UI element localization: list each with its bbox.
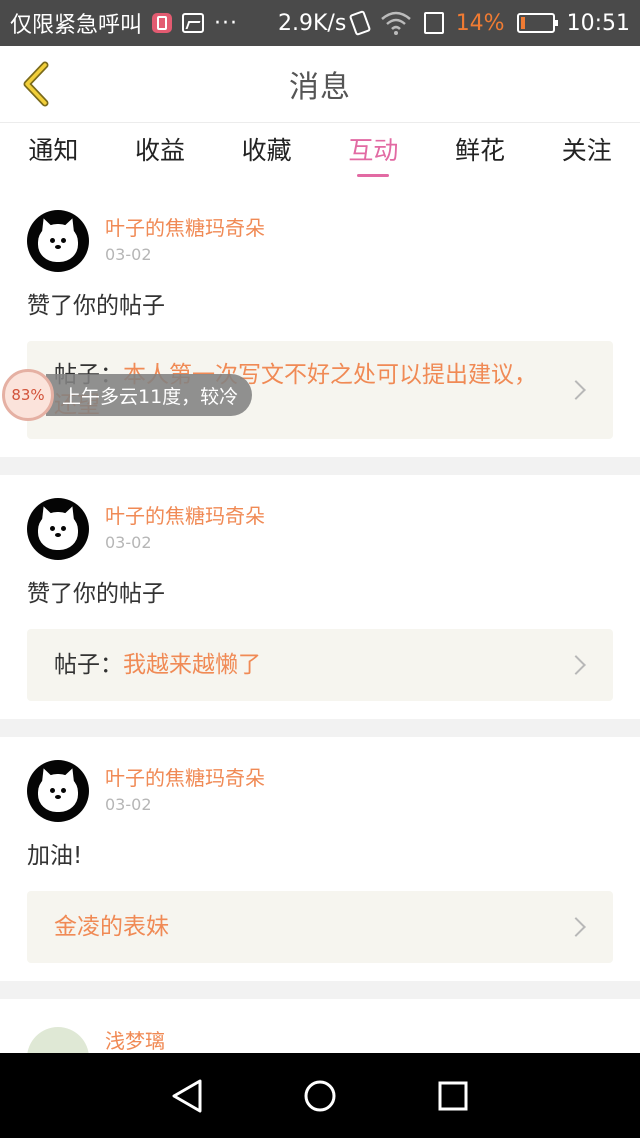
interaction-feed: 叶子的焦糖玛奇朵 03-02 赞了你的帖子 帖子：本人第一次写文不好之处可以提出… (0, 187, 640, 1087)
action-text: 赞了你的帖子 (27, 581, 165, 607)
chevron-right-icon (566, 917, 586, 937)
clock: 10:51 (566, 10, 630, 36)
weather-widget[interactable]: 83% 上午多云11度，较冷 (2, 369, 253, 421)
tab-notifications[interactable]: 通知 (0, 123, 107, 187)
post-link[interactable]: 金凌的表妹 (27, 891, 613, 963)
timestamp: 03-02 (105, 795, 152, 814)
tab-flowers[interactable]: 鲜花 (427, 123, 534, 187)
avatar[interactable] (27, 760, 89, 822)
weather-percent: 83% (2, 369, 54, 421)
battery-icon (516, 13, 558, 33)
square-recents-icon (438, 1081, 468, 1110)
weather-text: 上午多云11度，较冷 (46, 374, 253, 416)
carrier-text: 仅限紧急呼叫 (10, 13, 143, 38)
tab-bar: 通知 收益 收藏 互动 鲜花 关注 (0, 123, 640, 187)
sim-icon (423, 12, 444, 34)
navigation-bar (0, 1053, 640, 1138)
back-button[interactable] (14, 60, 58, 108)
timestamp: 03-02 (105, 245, 152, 264)
post-title: 金凌的表妹 (54, 914, 169, 940)
username[interactable]: 浅梦璃 (105, 1027, 165, 1055)
chevron-left-icon (23, 61, 49, 107)
tab-favorites[interactable]: 收藏 (213, 123, 320, 187)
nav-recents-button[interactable] (423, 1066, 483, 1126)
app-notification-icon (152, 13, 173, 33)
circle-home-icon (304, 1080, 336, 1111)
post-prefix: 帖子： (54, 652, 123, 678)
action-text: 赞了你的帖子 (27, 293, 165, 319)
header: 消息 (0, 46, 640, 123)
username[interactable]: 叶子的焦糖玛奇朵 (105, 502, 265, 530)
post-link[interactable]: 帖子：我越来越懒了 (27, 629, 613, 701)
tab-earnings[interactable]: 收益 (107, 123, 214, 187)
avatar[interactable] (27, 498, 89, 560)
network-speed: 2.9K/s (278, 10, 347, 36)
username[interactable]: 叶子的焦糖玛奇朵 (105, 214, 265, 242)
image-notification-icon (182, 13, 205, 33)
chevron-right-icon (566, 655, 586, 675)
battery-level-fill (520, 17, 525, 29)
battery-percent: 14% (455, 10, 505, 36)
chevron-right-icon (566, 380, 586, 400)
tab-following[interactable]: 关注 (533, 123, 640, 187)
vibrate-icon (348, 9, 371, 37)
list-item: 叶子的焦糖玛奇朵 03-02 赞了你的帖子 帖子：我越来越懒了 (0, 475, 640, 719)
action-text: 加油! (27, 843, 83, 869)
more-notifications-icon: ··· (214, 10, 238, 36)
triangle-back-icon (172, 1079, 202, 1112)
timestamp: 03-02 (105, 533, 152, 552)
post-title: 我越来越懒了 (123, 652, 261, 678)
page-title: 消息 (289, 70, 351, 105)
username[interactable]: 叶子的焦糖玛奇朵 (105, 764, 265, 792)
wifi-icon (380, 11, 412, 35)
nav-home-button[interactable] (290, 1066, 350, 1126)
nav-back-button[interactable] (157, 1066, 217, 1126)
list-item: 叶子的焦糖玛奇朵 03-02 加油! 金凌的表妹 (0, 737, 640, 981)
status-bar: 仅限紧急呼叫 ··· 2.9K/s 14% 10:51 (0, 0, 640, 46)
avatar[interactable] (27, 210, 89, 272)
tab-interactions[interactable]: 互动 (320, 123, 427, 187)
